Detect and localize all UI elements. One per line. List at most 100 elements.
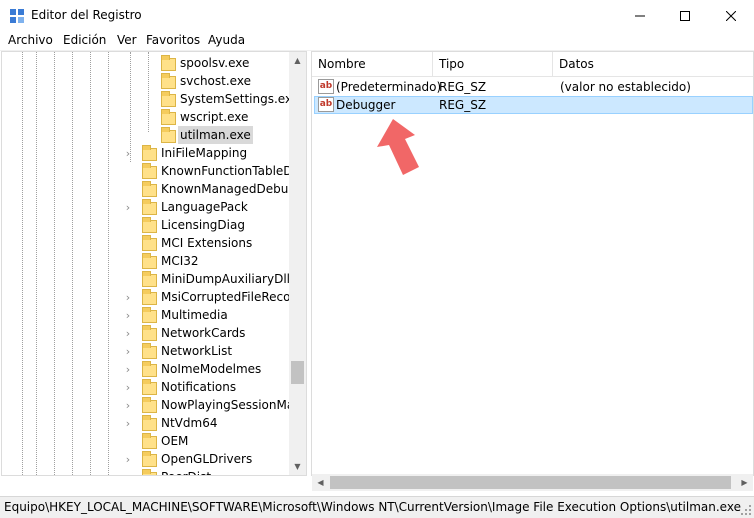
expand-chevron-icon[interactable]: › [123,198,133,216]
value-row[interactable]: ab (Predeterminado) REG_SZ (valor no est… [314,78,753,96]
status-bar: Equipo\HKEY_LOCAL_MACHINE\SOFTWARE\Micro… [0,496,754,518]
tree-item-label: svchost.exe [180,74,251,88]
tree-item-label: wscript.exe [180,110,249,124]
menu-ver[interactable]: Ver [117,33,137,47]
registry-path: Equipo\HKEY_LOCAL_MACHINE\SOFTWARE\Micro… [4,500,741,514]
expand-chevron-icon[interactable]: › [123,468,133,476]
folder-icon [142,361,157,377]
key-tree-pane[interactable]: spoolsv.exe svchost.exe SystemSettings.exe… [1,51,307,476]
tree-item-label: MiniDumpAuxiliaryDlls [161,272,289,286]
tree-item-label: utilman.exe [178,126,253,144]
tree-item-label: KnownFunctionTableDlls [161,164,289,178]
list-horizontal-scrollbar[interactable]: ◀ ▶ [312,474,753,491]
tree-item-label: IniFileMapping [161,146,248,160]
expand-chevron-icon[interactable]: › [123,414,133,432]
tree-item-label: MsiCorruptedFileRecove [161,290,289,304]
expand-chevron-icon[interactable]: › [123,324,133,342]
tree-item[interactable]: › NetworkList [2,342,289,360]
folder-icon [142,397,157,413]
string-value-icon: ab [318,79,334,94]
folder-icon [142,145,157,161]
value-type: REG_SZ [439,98,487,112]
tree-item[interactable]: › LanguagePack [2,198,289,216]
folder-icon [161,127,176,143]
tree-item[interactable]: KnownFunctionTableDlls [2,162,289,180]
tree-item[interactable]: › PeerDist [2,468,289,475]
maximize-button[interactable] [662,0,708,31]
folder-icon [161,55,176,71]
tree-item[interactable]: spoolsv.exe [2,54,289,72]
expand-chevron-icon[interactable]: › [123,360,133,378]
tree-item[interactable]: › OpenGLDrivers [2,450,289,468]
tree-item[interactable]: › Multimedia [2,306,289,324]
tree-item-label: PeerDist [161,468,211,475]
tree-item[interactable]: KnownManagedDebugg [2,180,289,198]
expand-chevron-icon[interactable]: › [123,378,133,396]
tree-item[interactable]: › NetworkCards [2,324,289,342]
column-header-nombre[interactable]: Nombre [312,52,433,76]
menu-favoritos[interactable]: Favoritos [146,33,200,47]
column-header-datos[interactable]: Datos [553,52,753,76]
scroll-up-icon[interactable]: ▲ [289,52,306,69]
tree-item[interactable]: OEM [2,432,289,450]
tree-item[interactable]: MiniDumpAuxiliaryDlls [2,270,289,288]
expand-chevron-icon[interactable]: › [123,144,133,162]
tree-item-label: spoolsv.exe [180,56,250,70]
tree-item[interactable]: › NtVdm64 [2,414,289,432]
tree-item-label: SystemSettings.exe [180,92,289,106]
folder-icon [142,217,157,233]
minimize-button[interactable] [617,0,663,31]
string-value-icon: ab [318,97,334,112]
scroll-left-icon[interactable]: ◀ [312,474,329,491]
tree-item[interactable]: › IniFileMapping [2,144,289,162]
resize-grip-icon[interactable] [740,504,752,516]
folder-icon [142,199,157,215]
menu-edicion[interactable]: Edición [63,33,106,47]
tree-item[interactable]: › NowPlayingSessionMana [2,396,289,414]
value-row-selected[interactable]: ab Debugger REG_SZ [314,96,753,114]
tree-item[interactable]: MCI Extensions [2,234,289,252]
tree-item[interactable]: wscript.exe [2,108,289,126]
scroll-right-icon[interactable]: ▶ [736,474,753,491]
folder-icon [142,379,157,395]
tree-item[interactable]: › NoImeModelmes [2,360,289,378]
close-icon [726,10,736,21]
values-list-pane[interactable]: Nombre Tipo Datos ab (Predeterminado) RE… [311,51,754,476]
tree-item-label: KnownManagedDebugg [161,182,289,196]
tree-item-label: NowPlayingSessionMana [161,398,289,412]
scroll-down-icon[interactable]: ▼ [289,458,306,475]
maximize-icon [680,10,690,21]
tree-item-label: NoImeModelmes [161,362,262,376]
header-divider [312,76,753,77]
folder-icon [142,289,157,305]
folder-icon [142,235,157,251]
tree-item[interactable]: › Notifications [2,378,289,396]
tree-item[interactable]: MCI32 [2,252,289,270]
minimize-icon [635,15,645,16]
tree-item[interactable]: LicensingDiag [2,216,289,234]
expand-chevron-icon[interactable]: › [123,342,133,360]
tree-item[interactable]: SystemSettings.exe [2,90,289,108]
folder-icon [161,73,176,89]
expand-chevron-icon[interactable]: › [123,288,133,306]
expand-chevron-icon[interactable]: › [123,396,133,414]
list-scroll-thumb[interactable] [330,476,731,489]
menu-ayuda[interactable]: Ayuda [208,33,245,47]
expand-chevron-icon[interactable]: › [123,450,133,468]
folder-icon [142,307,157,323]
tree-item[interactable]: utilman.exe [2,126,289,144]
value-type: REG_SZ [439,80,487,94]
tree-item[interactable]: svchost.exe [2,72,289,90]
folder-icon [142,451,157,467]
tree-item-label: MCI32 [161,254,199,268]
folder-icon [142,433,157,449]
tree-item-label: LanguagePack [161,200,248,214]
close-button[interactable] [708,0,754,31]
tree-item[interactable]: › MsiCorruptedFileRecove [2,288,289,306]
column-header-tipo[interactable]: Tipo [433,52,553,76]
value-name: Debugger [336,98,396,112]
tree-scroll-thumb[interactable] [291,361,304,384]
tree-vertical-scrollbar[interactable]: ▲ ▼ [289,52,306,475]
expand-chevron-icon[interactable]: › [123,306,133,324]
menu-archivo[interactable]: Archivo [8,33,53,47]
